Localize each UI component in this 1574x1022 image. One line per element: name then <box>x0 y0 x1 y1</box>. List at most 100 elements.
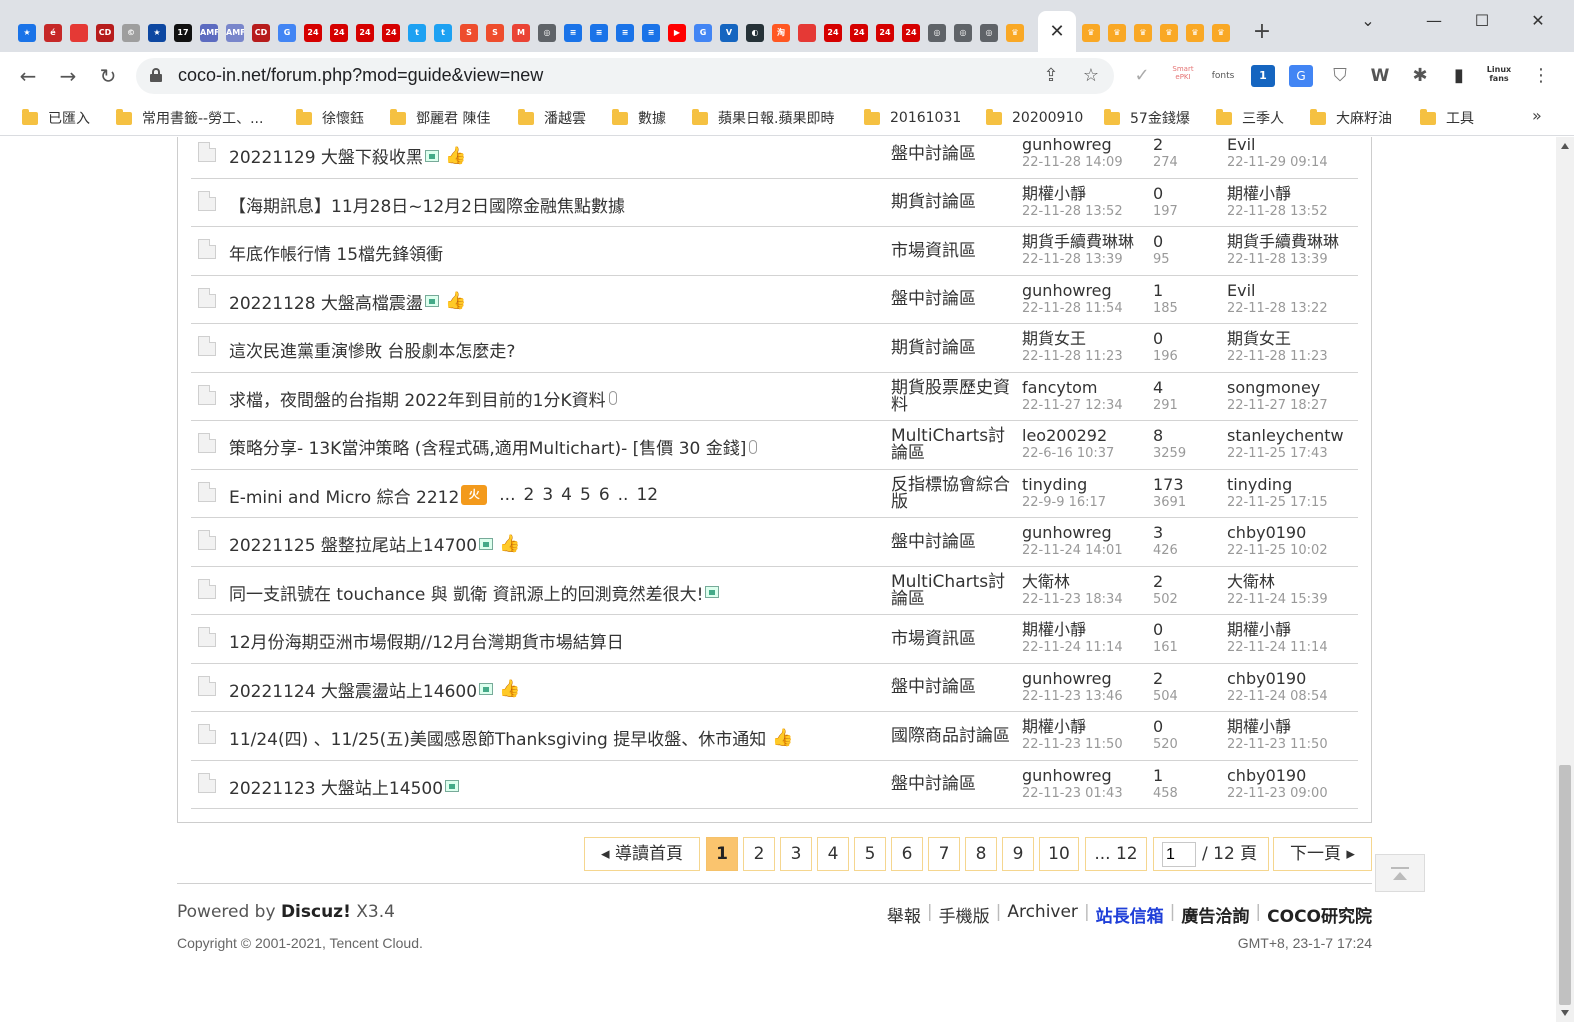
tab-favicon[interactable]: t <box>404 20 430 46</box>
bookmark-item[interactable]: 數據 <box>612 108 666 128</box>
last-post-date[interactable]: 22-11-23 11:50 <box>1227 737 1357 752</box>
last-poster-link[interactable]: 期貨手續費琳琳 <box>1227 233 1357 250</box>
author-link[interactable]: 期權小靜 <box>1022 718 1152 735</box>
reply-count[interactable]: 0 <box>1153 185 1223 202</box>
forum-link[interactable]: 反指標協會綜合版 <box>891 476 1016 511</box>
page-jump-input[interactable] <box>1162 842 1196 867</box>
bookmark-item[interactable]: 20200910 <box>986 108 1083 128</box>
tab-favicon[interactable]: S <box>456 20 482 46</box>
tab-favicon[interactable]: ◎ <box>950 20 976 46</box>
tab-favicon[interactable]: ◎ <box>534 20 560 46</box>
scroll-down-icon[interactable] <box>1561 1010 1569 1016</box>
last-post-date[interactable]: 22-11-28 13:22 <box>1227 301 1357 316</box>
w-extension-icon[interactable]: W <box>1368 65 1392 87</box>
tab-favicon[interactable]: t <box>430 20 456 46</box>
menu-kebab-icon[interactable]: ⋮ <box>1532 65 1550 87</box>
tab-favicon[interactable]: ◐ <box>742 20 768 46</box>
linux-fans-icon[interactable]: Linux fans <box>1484 65 1514 87</box>
author-link[interactable]: gunhowreg <box>1022 282 1152 299</box>
thread-title-link[interactable]: 20221124 大盤震盪站上14600 <box>229 677 477 702</box>
last-post-date[interactable]: 22-11-25 10:02 <box>1227 543 1357 558</box>
thread-page-link[interactable]: 6 <box>599 485 610 505</box>
thread-title-link[interactable]: 【海期訊息】11月28日~12月2日國際金融焦點數據 <box>229 192 625 217</box>
reply-count[interactable]: 2 <box>1153 670 1223 687</box>
thread-title-link[interactable]: 求檔，夜間盤的台指期 2022年到目前的1分K資料 <box>229 386 606 411</box>
last-post-date[interactable]: 22-11-24 11:14 <box>1227 640 1357 655</box>
tab-favicon[interactable]: ◎ <box>924 20 950 46</box>
last-poster-link[interactable]: chby0190 <box>1227 670 1357 687</box>
bookmark-item[interactable]: 工具 <box>1420 108 1474 128</box>
tab-favicon[interactable]: 24 <box>300 20 326 46</box>
tab-favicon[interactable]: ★ <box>14 20 40 46</box>
last-poster-link[interactable]: 期權小靜 <box>1227 718 1357 735</box>
reply-count[interactable]: 3 <box>1153 524 1223 541</box>
lock-icon[interactable] <box>150 68 162 82</box>
tab-favicon[interactable]: CD <box>248 20 274 46</box>
author-link[interactable]: 期貨女王 <box>1022 330 1152 347</box>
minimize-icon[interactable]: — <box>1419 8 1449 34</box>
page-number-link[interactable]: ... 12 <box>1085 837 1147 871</box>
forum-link[interactable]: MultiCharts討論區 <box>891 573 1016 608</box>
last-post-date[interactable]: 22-11-28 13:39 <box>1227 252 1357 267</box>
tab-favicon[interactable]: 24 <box>846 20 872 46</box>
reply-count[interactable]: 2 <box>1153 573 1223 590</box>
last-post-date[interactable]: 22-11-24 08:54 <box>1227 689 1357 704</box>
tab-favicon[interactable]: ♛ <box>1156 20 1182 46</box>
page-number-link[interactable]: 2 <box>743 837 775 871</box>
author-link[interactable]: tinyding <box>1022 476 1152 493</box>
thread-page-link[interactable]: 2 <box>524 485 535 505</box>
page-number-link[interactable]: 3 <box>780 837 812 871</box>
forum-link[interactable]: 盤中討論區 <box>891 533 976 551</box>
page-number-link[interactable]: 7 <box>928 837 960 871</box>
share-icon[interactable]: ⇪ <box>1038 63 1064 89</box>
bookmark-item[interactable]: 常用書籤--勞工、... <box>116 108 263 128</box>
last-poster-link[interactable]: chby0190 <box>1227 767 1357 784</box>
forum-link[interactable]: 國際商品討論區 <box>891 727 1010 745</box>
thread-title-link[interactable]: 同一支訊號在 touchance 與 凱衛 資訊源上的回測竟然差很大! <box>229 580 703 605</box>
page-number-link[interactable]: 9 <box>1002 837 1034 871</box>
more-bookmarks-icon[interactable]: » <box>1532 106 1542 125</box>
scroll-thumb[interactable] <box>1559 765 1571 1005</box>
bookmark-item[interactable]: 20161031 <box>864 108 961 128</box>
puzzle-icon[interactable]: ✱ <box>1408 65 1432 87</box>
thread-title-link[interactable]: 12月份海期亞洲市場假期//12月台灣期貨市場結算日 <box>229 628 624 653</box>
coco-institute-link[interactable]: COCO研究院 <box>1267 902 1372 927</box>
tab-favicon[interactable]: 淘 <box>768 20 794 46</box>
guide-home-button[interactable]: ◂ 導讀首頁 <box>584 837 700 871</box>
back-icon[interactable]: ← <box>14 62 42 90</box>
tab-favicon[interactable]: S <box>482 20 508 46</box>
forum-link[interactable]: 期貨討論區 <box>891 194 976 211</box>
page-number-link[interactable]: 5 <box>854 837 886 871</box>
thread-title-link[interactable]: 20221129 大盤下殺收黑 <box>229 143 423 168</box>
last-post-date[interactable]: 22-11-25 17:15 <box>1227 495 1357 510</box>
tab-favicon[interactable]: G <box>690 20 716 46</box>
fonts-extension-icon[interactable]: fonts <box>1208 65 1238 87</box>
last-poster-link[interactable]: 期權小靜 <box>1227 185 1357 202</box>
bookmark-item[interactable]: 鄧麗君 陳佳 <box>390 108 490 128</box>
author-link[interactable]: gunhowreg <box>1022 767 1152 784</box>
thread-page-link[interactable]: 12 <box>636 485 658 505</box>
reply-count[interactable]: 1 <box>1153 767 1223 784</box>
page-scrollbar[interactable] <box>1556 137 1574 1022</box>
forum-link[interactable]: 盤中討論區 <box>891 145 976 163</box>
bookmark-item[interactable]: 57金錢爆 <box>1104 108 1190 128</box>
tab-favicon[interactable]: ≡ <box>612 20 638 46</box>
mobile-link[interactable]: 手機版 <box>939 902 990 927</box>
reply-count[interactable]: 0 <box>1153 621 1223 638</box>
tab-favicon[interactable]: é <box>40 20 66 46</box>
bookmark-item[interactable]: 大麻籽油 <box>1310 108 1392 128</box>
next-page-button[interactable]: 下一頁 ▸ <box>1273 837 1372 871</box>
reply-count[interactable]: 4 <box>1153 379 1223 396</box>
webmaster-mail-link[interactable]: 站長信箱 <box>1096 902 1164 927</box>
last-poster-link[interactable]: 期權小靜 <box>1227 621 1357 638</box>
last-poster-link[interactable]: 大衛林 <box>1227 573 1357 590</box>
tab-favicon[interactable] <box>66 20 92 46</box>
smart-epki-icon[interactable]: Smart ePKI <box>1170 65 1196 87</box>
thread-page-link[interactable]: 5 <box>580 485 591 505</box>
bookmark-item[interactable]: 三季人 <box>1216 108 1284 128</box>
thread-title-link[interactable]: 這次民進黨重演慘敗 台股劇本怎麼走? <box>229 337 515 362</box>
bookmark-item[interactable]: 徐懷鈺 <box>296 108 364 128</box>
tab-favicon[interactable]: V <box>716 20 742 46</box>
tab-favicon[interactable]: ≡ <box>586 20 612 46</box>
author-link[interactable]: leo200292 <box>1022 427 1152 444</box>
